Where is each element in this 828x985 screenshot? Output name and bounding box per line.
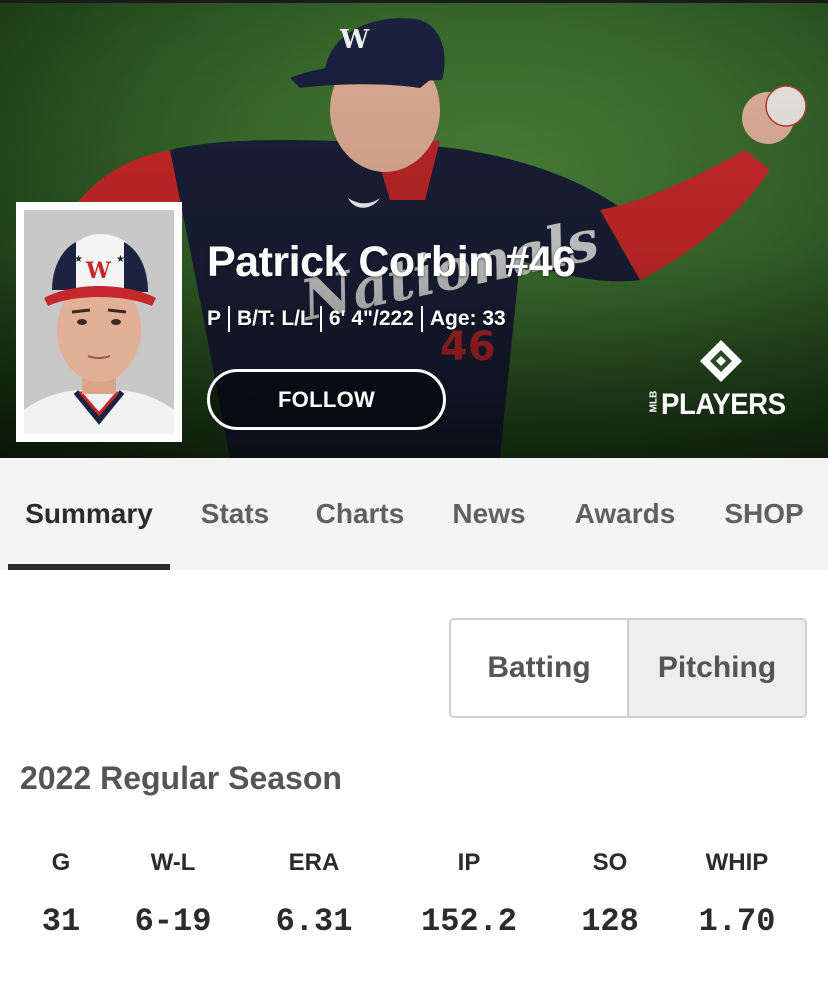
player-bats-throws: B/T: L/L: [237, 307, 313, 330]
stat-header: G: [51, 849, 71, 876]
player-position: P: [207, 307, 222, 330]
headshot-photo: W ★ ★: [24, 210, 174, 434]
mlb-wordmark: MLB: [648, 390, 660, 413]
tab-stats[interactable]: Stats: [186, 458, 284, 570]
mlb-players-logo: MLB PLAYERS: [645, 338, 797, 424]
stat-header: W-L: [150, 849, 196, 876]
player-name: Patrick Corbin #46: [207, 238, 576, 286]
profile-tabs: Summary Stats Charts News Awards SHOP: [0, 458, 828, 570]
stat-header: SO: [592, 849, 628, 876]
diamond-logo-icon: [700, 340, 742, 382]
pitching-toggle-button[interactable]: Pitching: [627, 620, 805, 716]
divider: [420, 306, 423, 332]
player-info: P B/T: L/L 6' 4"/222 Age: 33: [207, 305, 506, 333]
stat-column-wl: W-L 6-19: [113, 840, 233, 944]
batting-toggle-button[interactable]: Batting: [451, 620, 627, 716]
divider: [319, 306, 322, 332]
stat-value: 128: [581, 903, 639, 940]
tab-charts[interactable]: Charts: [300, 458, 420, 570]
stat-value: 6-19: [134, 903, 212, 940]
follow-button[interactable]: FOLLOW: [207, 369, 446, 430]
svg-text:★: ★: [74, 254, 83, 265]
stat-column-ip: IP 152.2: [409, 840, 529, 944]
stat-column-g: G 31: [1, 840, 121, 944]
tab-shop[interactable]: SHOP: [708, 458, 820, 570]
season-title: 2022 Regular Season: [20, 760, 342, 796]
stat-column-so: SO 128: [550, 840, 670, 944]
tab-news[interactable]: News: [436, 458, 542, 570]
stat-value: 1.70: [698, 903, 776, 940]
stat-value: 31: [41, 903, 81, 940]
stat-header: WHIP: [705, 849, 769, 876]
players-wordmark: PLAYERS: [661, 388, 786, 421]
stat-column-whip: WHIP 1.70: [677, 840, 797, 944]
player-headshot: W ★ ★: [16, 202, 182, 442]
player-hero: W Nationals 46: [0, 0, 828, 458]
svg-text:W: W: [85, 258, 111, 284]
active-tab-indicator: [8, 564, 170, 570]
tab-awards[interactable]: Awards: [558, 458, 692, 570]
stat-type-toggle: Batting Pitching: [449, 618, 807, 718]
stat-value: 152.2: [420, 903, 517, 940]
stat-header: ERA: [288, 849, 340, 876]
divider: [228, 306, 231, 332]
tab-summary[interactable]: Summary: [8, 458, 170, 570]
player-age: Age: 33: [429, 307, 506, 330]
stat-value: 6.31: [275, 903, 353, 940]
player-height-weight: 6' 4"/222: [328, 307, 414, 330]
stat-column-era: ERA 6.31: [254, 840, 374, 944]
stat-header: IP: [457, 849, 481, 876]
svg-text:★: ★: [116, 254, 125, 265]
